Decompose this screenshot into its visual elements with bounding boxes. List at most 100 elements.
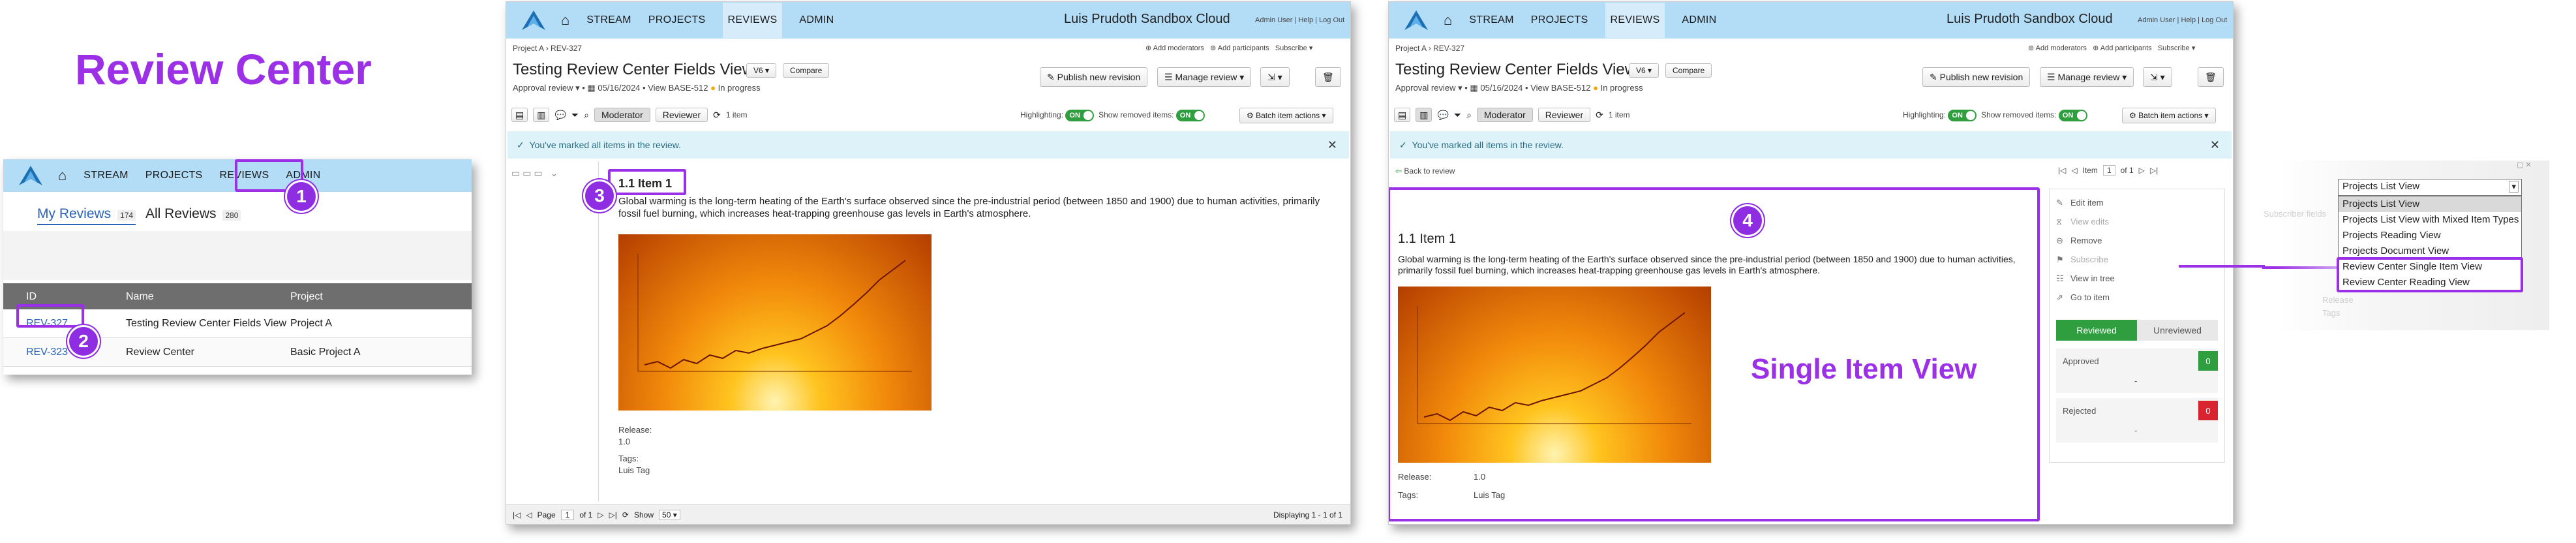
- add-moderators-link[interactable]: ⊕ Add moderators: [1145, 44, 1204, 52]
- next-page-icon[interactable]: ▷: [598, 510, 603, 520]
- nav-stream[interactable]: STREAM: [83, 170, 128, 181]
- first-item-icon[interactable]: |◁: [2058, 166, 2066, 175]
- col-name[interactable]: Name: [126, 291, 154, 303]
- nav-admin[interactable]: ADMIN: [1682, 14, 1716, 26]
- next-item-icon[interactable]: ▷: [2139, 166, 2145, 175]
- home-icon[interactable]: ⌂: [58, 167, 67, 184]
- view-select[interactable]: Projects List View ▾: [2338, 179, 2522, 196]
- last-page-icon[interactable]: ▷|: [609, 510, 617, 520]
- filter-icon[interactable]: ⏷: [571, 110, 579, 121]
- item-input[interactable]: 1: [2102, 165, 2115, 176]
- review-type[interactable]: Approval review ▾: [513, 83, 580, 93]
- nav-projects[interactable]: PROJECTS: [648, 14, 706, 26]
- edit-item-action[interactable]: ✎ Edit item: [2056, 193, 2218, 212]
- export-button[interactable]: ⇲ ▾: [1260, 67, 1290, 87]
- breadcrumb[interactable]: Project A › REV-327: [1395, 44, 1464, 53]
- review-view[interactable]: View BASE-512: [1530, 83, 1590, 93]
- page-input[interactable]: 1: [560, 509, 575, 520]
- add-participants-link[interactable]: ⊕ Add participants: [1210, 44, 1269, 52]
- first-page-icon[interactable]: |◁: [513, 510, 521, 520]
- compare-button[interactable]: Compare: [1665, 63, 1712, 78]
- logout-link[interactable]: Log Out: [1319, 16, 1344, 24]
- tab-all-reviews[interactable]: All Reviews 280: [145, 206, 241, 222]
- home-icon[interactable]: ⌂: [1444, 12, 1452, 29]
- comment-bubbles[interactable]: ▭▭▭ ⌄: [511, 168, 560, 179]
- refresh-icon[interactable]: ⟳: [1596, 110, 1603, 121]
- highlighting-toggle[interactable]: ON: [1065, 110, 1095, 121]
- reviewer-toggle[interactable]: Reviewer: [655, 108, 708, 122]
- close-icon[interactable]: ✕: [2210, 138, 2220, 152]
- search-icon[interactable]: ⌕: [584, 110, 589, 121]
- manage-review-button[interactable]: ☰ Manage review ▾: [1157, 67, 1252, 87]
- nav-stream[interactable]: STREAM: [586, 14, 631, 26]
- last-item-icon[interactable]: ▷|: [2150, 166, 2158, 175]
- add-moderators-link[interactable]: ⊕ Add moderators: [2028, 44, 2087, 52]
- admin-user-link[interactable]: Admin User: [1255, 16, 1292, 24]
- highlighting-toggle[interactable]: ON: [1948, 110, 1977, 121]
- batch-actions-button[interactable]: ⚙ Batch item actions ▾: [1239, 108, 1333, 123]
- show-removed-toggle[interactable]: ON: [1175, 110, 1205, 121]
- refresh-icon[interactable]: ⟳: [713, 110, 721, 121]
- batch-actions-button[interactable]: ⚙ Batch item actions ▾: [2122, 108, 2216, 123]
- delete-button[interactable]: 🗑: [1315, 67, 1341, 87]
- tab-my-reviews[interactable]: My Reviews 174: [37, 206, 136, 225]
- nav-reviews[interactable]: REVIEWS: [1605, 3, 1665, 38]
- go-to-item-action[interactable]: ⇗ Go to item: [2056, 288, 2218, 307]
- review-view[interactable]: View BASE-512: [648, 83, 708, 93]
- admin-user-link[interactable]: Admin User: [2138, 16, 2175, 24]
- compare-button[interactable]: Compare: [783, 63, 830, 78]
- user-links[interactable]: Admin User | Help | Log Out: [1255, 16, 1344, 24]
- close-icon[interactable]: ✕: [1327, 138, 1337, 152]
- breadcrumb[interactable]: Project A › REV-327: [513, 44, 582, 53]
- view-option[interactable]: Projects List View with Mixed Item Types: [2339, 212, 2521, 228]
- moderator-toggle[interactable]: Moderator: [594, 108, 650, 122]
- reviewer-toggle[interactable]: Reviewer: [1538, 108, 1591, 122]
- nav-projects[interactable]: PROJECTS: [1531, 14, 1588, 26]
- unreviewed-tab[interactable]: Unreviewed: [2137, 320, 2218, 341]
- review-type[interactable]: Approval review ▾: [1395, 83, 1462, 93]
- nav-stream[interactable]: STREAM: [1469, 14, 1513, 26]
- subscribe-link[interactable]: Subscribe ▾: [1275, 44, 1313, 52]
- publish-revision-button[interactable]: ✎ Publish new revision: [1922, 67, 2031, 87]
- refresh-icon[interactable]: ⟳: [622, 510, 629, 520]
- prev-item-icon[interactable]: ◁: [2071, 166, 2077, 175]
- help-link[interactable]: Help: [2181, 16, 2196, 24]
- view-mode-icon[interactable]: ▥: [533, 108, 550, 122]
- home-icon[interactable]: ⌂: [561, 12, 569, 29]
- search-icon[interactable]: ⌕: [1466, 110, 1472, 121]
- export-button[interactable]: ⇲ ▾: [2143, 67, 2172, 87]
- col-project[interactable]: Project: [290, 291, 323, 303]
- review-id-link[interactable]: REV-323: [26, 347, 68, 358]
- col-id[interactable]: ID: [26, 291, 37, 303]
- moderator-toggle[interactable]: Moderator: [1476, 108, 1533, 122]
- nav-reviews[interactable]: REVIEWS: [722, 3, 783, 38]
- page-size-select[interactable]: 50 ▾: [659, 509, 680, 520]
- publish-revision-button[interactable]: ✎ Publish new revision: [1040, 67, 1148, 87]
- prev-page-icon[interactable]: ◁: [526, 510, 532, 520]
- help-link[interactable]: Help: [1298, 16, 1313, 24]
- view-mode-icon[interactable]: ▤: [1394, 108, 1411, 122]
- view-option[interactable]: Projects Reading View: [2339, 228, 2521, 243]
- reviewed-tab[interactable]: Reviewed: [2056, 320, 2137, 341]
- nav-projects[interactable]: PROJECTS: [145, 170, 203, 181]
- view-mode-icon[interactable]: ▥: [1416, 108, 1432, 122]
- comment-icon[interactable]: 💬: [1437, 110, 1448, 121]
- version-select[interactable]: V6 ▾: [746, 63, 777, 78]
- delete-button[interactable]: 🗑: [2198, 67, 2224, 87]
- window-controls[interactable]: ▢ ✕: [2517, 161, 2532, 169]
- add-participants-link[interactable]: ⊕ Add participants: [2093, 44, 2152, 52]
- user-links[interactable]: Admin User | Help | Log Out: [2138, 16, 2227, 24]
- version-select[interactable]: V6 ▾: [1629, 63, 1659, 78]
- logout-link[interactable]: Log Out: [2202, 16, 2227, 24]
- remove-action[interactable]: ⊖ Remove: [2056, 231, 2218, 250]
- view-edits-action[interactable]: ⧖ View edits: [2056, 212, 2218, 231]
- back-to-review-link[interactable]: ⇦ Back to review: [1395, 166, 1455, 176]
- manage-review-button[interactable]: ☰ Manage review ▾: [2040, 67, 2134, 87]
- view-mode-icon[interactable]: ▤: [511, 108, 528, 122]
- view-option[interactable]: Projects List View: [2339, 196, 2521, 212]
- subscribe-link[interactable]: Subscribe ▾: [2158, 44, 2196, 52]
- nav-admin[interactable]: ADMIN: [799, 14, 834, 26]
- comment-icon[interactable]: 💬: [554, 110, 566, 121]
- filter-icon[interactable]: ⏷: [1454, 110, 1461, 121]
- show-removed-toggle[interactable]: ON: [2058, 110, 2087, 121]
